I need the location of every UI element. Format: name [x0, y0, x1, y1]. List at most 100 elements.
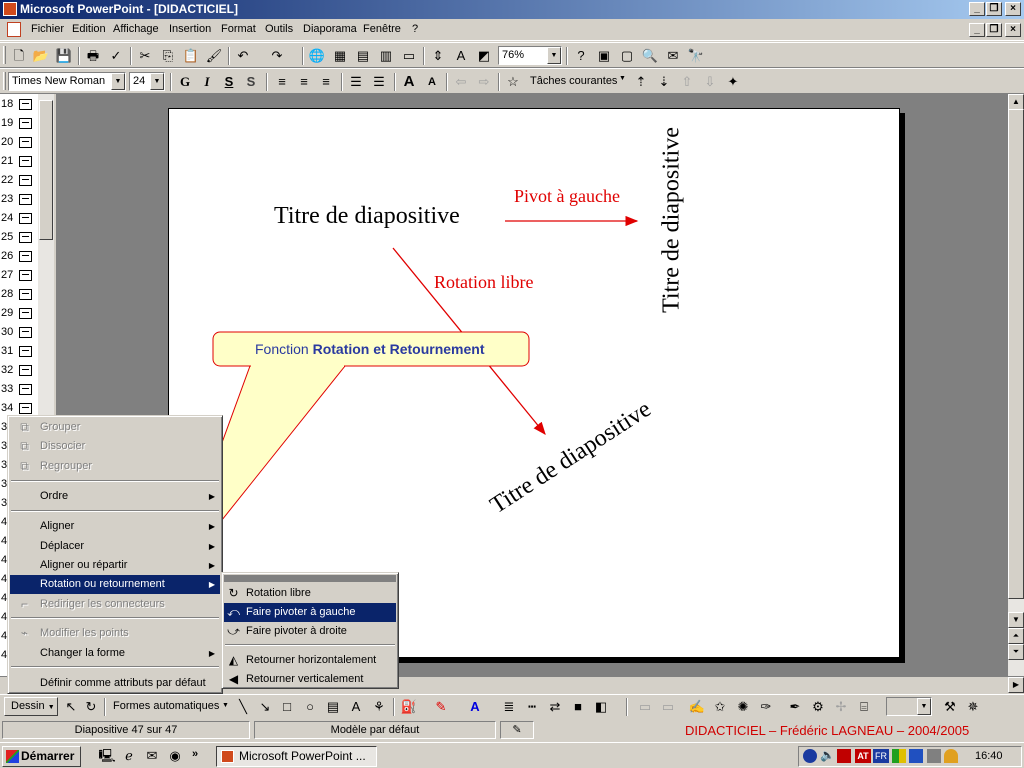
ellipse-tool-icon[interactable]: ○ — [301, 698, 319, 716]
hyperlink-icon[interactable]: 🌐 — [308, 47, 326, 65]
menu-item-regroup[interactable]: ⧉ Regrouper — [10, 457, 220, 476]
print-icon[interactable]: 🖶 — [84, 47, 102, 65]
menu-fichier[interactable]: Fichier — [31, 23, 64, 35]
line-tool-icon[interactable]: ╲ — [234, 698, 252, 716]
tables-borders-icon[interactable]: ▦ — [331, 47, 349, 65]
save-icon[interactable]: 💾 — [55, 47, 73, 65]
outline-scroll-thumb[interactable] — [39, 100, 53, 240]
outline-slide-row[interactable]: 24 — [0, 210, 36, 229]
menu-item-rotate-flip[interactable]: Rotation ou retournement ▶ — [10, 575, 220, 594]
quicklaunch-more[interactable]: » — [192, 748, 198, 760]
toolbar-button-a-icon[interactable]: ▣ — [595, 47, 613, 65]
outline-slide-row[interactable]: 27 — [0, 267, 36, 286]
bold-button[interactable]: G — [176, 73, 194, 91]
tray-icon-2[interactable] — [837, 749, 851, 763]
toolbar-button-b-icon[interactable]: ▢ — [618, 47, 636, 65]
underline-button[interactable]: S — [220, 73, 238, 91]
maximize-button[interactable]: ❐ — [986, 2, 1002, 16]
menu-format[interactable]: Format — [221, 23, 256, 35]
document-icon[interactable] — [7, 22, 21, 37]
font-color-icon[interactable]: A — [466, 698, 484, 716]
open-icon[interactable]: 📂 — [32, 47, 50, 65]
numbering-icon[interactable]: ☰ — [347, 73, 365, 91]
tray-icon-6[interactable] — [927, 749, 941, 763]
font-select[interactable]: Times New Roman ▼ — [8, 72, 126, 91]
scroll-up-button[interactable]: ▲ — [1008, 94, 1024, 110]
align-right-icon[interactable]: ≡ — [317, 73, 335, 91]
preview-icon[interactable]: 🔍 — [641, 47, 659, 65]
menu-item-grid[interactable]: Aligner ▶ — [10, 517, 220, 536]
outline-slide-row[interactable]: 21 — [0, 153, 36, 172]
chevron-down-icon[interactable]: ▼ — [150, 73, 164, 90]
menu-edition[interactable]: Edition — [72, 23, 106, 35]
vertical-scroll-thumb[interactable] — [1008, 109, 1024, 599]
toolbar-button-d-icon[interactable]: ▭ — [636, 698, 654, 716]
promote-icon[interactable]: ⇦ — [452, 73, 470, 91]
tray-icon-7[interactable] — [944, 749, 958, 763]
clipart-icon[interactable]: ⚘ — [370, 698, 388, 716]
move-up-icon[interactable]: ⇧ — [678, 73, 696, 91]
format-painter-icon[interactable]: 🖌 — [205, 47, 223, 65]
insert-table-icon[interactable]: ▤ — [354, 47, 372, 65]
scroll-right-button[interactable]: ▶ — [1008, 677, 1024, 693]
menu-item-nudge[interactable]: Déplacer ▶ — [10, 537, 220, 556]
powerpoint-app-icon[interactable] — [3, 2, 17, 16]
slide-title-normal[interactable]: Titre de diapositive — [274, 203, 460, 230]
clock[interactable]: 16:40 — [975, 750, 1003, 762]
internet-explorer-icon[interactable]: ℯ — [120, 747, 138, 765]
cut-icon[interactable]: ✂ — [136, 47, 154, 65]
demote-icon[interactable]: ⇨ — [475, 73, 493, 91]
common-tasks-icon[interactable]: ☆ — [504, 73, 522, 91]
task-powerpoint[interactable]: Microsoft PowerPoint ... — [216, 746, 377, 767]
tray-icon-3[interactable]: AT — [855, 749, 871, 763]
outline-slide-row[interactable]: 22 — [0, 172, 36, 191]
minimize-button[interactable]: _ — [969, 2, 985, 16]
menu-affichage[interactable]: Affichage — [113, 23, 159, 35]
select-pointer-icon[interactable]: ↖ — [62, 698, 80, 716]
outline-slide-row[interactable]: 31 — [0, 343, 36, 362]
menu-outils[interactable]: Outils — [265, 23, 293, 35]
increase-font-icon[interactable]: A — [400, 73, 418, 91]
submenu-item-rotate-left[interactable]: ⤺ Faire pivoter à gauche — [224, 603, 396, 622]
toolbar-button-i-icon[interactable]: ✑ — [757, 698, 775, 716]
bullets-icon[interactable]: ☰ — [370, 73, 388, 91]
help-icon[interactable]: ? — [572, 47, 590, 65]
menu-insertion[interactable]: Insertion — [169, 23, 211, 35]
show-desktop-icon[interactable]: 🖳 — [98, 747, 116, 765]
spelling-icon[interactable]: ✓ — [107, 47, 125, 65]
toolbar-combo[interactable]: ▼ — [886, 697, 932, 716]
status-spelling-icon[interactable]: ✎ — [500, 721, 534, 739]
align-center-icon[interactable]: ≡ — [295, 73, 313, 91]
autoshapes-menu[interactable]: Formes automatiques — [113, 700, 219, 712]
outline-slide-row[interactable]: 28 — [0, 286, 36, 305]
toolbar-button-m-icon[interactable]: ⌸ — [855, 698, 873, 716]
line-spacing-up-icon[interactable]: ⇡ — [632, 73, 650, 91]
outline-slide-row[interactable]: 26 — [0, 248, 36, 267]
slide-title-rotated-left[interactable]: Titre de diapositive — [659, 127, 686, 313]
move-down-icon[interactable]: ⇩ — [701, 73, 719, 91]
outline-slide-row[interactable]: 18 — [0, 96, 36, 115]
3d-icon[interactable]: ◧ — [592, 698, 610, 716]
vertical-scrollbar[interactable]: ▲ ▼ ⏶ ⏷ — [1008, 94, 1024, 676]
outline-slide-row[interactable]: 29 — [0, 305, 36, 324]
wordart-icon[interactable]: A — [347, 698, 365, 716]
next-slide-button[interactable]: ⏷ — [1008, 644, 1024, 660]
show-formatting-icon[interactable]: A — [452, 47, 470, 65]
line-color-icon[interactable]: ✎ — [432, 698, 450, 716]
tray-icon-5[interactable] — [909, 749, 923, 763]
menu-fenetre[interactable]: Fenêtre — [363, 23, 401, 35]
outline-slide-row[interactable]: 32 — [0, 362, 36, 381]
chevron-down-icon[interactable]: ▼ — [547, 47, 561, 64]
dash-style-icon[interactable]: ┅ — [523, 698, 541, 716]
toolbar-grip[interactable] — [3, 72, 6, 90]
copy-icon[interactable]: ⎘ — [159, 47, 177, 65]
align-left-icon[interactable]: ≡ — [273, 73, 291, 91]
menu-item-reroute[interactable]: ⌐ Rediriger les connecteurs — [10, 595, 220, 614]
chevron-down-icon[interactable]: ▼ — [917, 698, 931, 715]
fill-color-icon[interactable]: ⛽ — [400, 698, 418, 716]
menu-item-set-default[interactable]: Définir comme attributs par défaut — [10, 674, 220, 693]
common-tasks-menu[interactable]: Tâches courantes — [530, 75, 617, 87]
draw-menu-button[interactable]: Dessin ▼ — [4, 697, 58, 716]
undo-icon[interactable]: ↶ — [234, 47, 252, 65]
arrow-style-icon[interactable]: ⇄ — [546, 698, 564, 716]
